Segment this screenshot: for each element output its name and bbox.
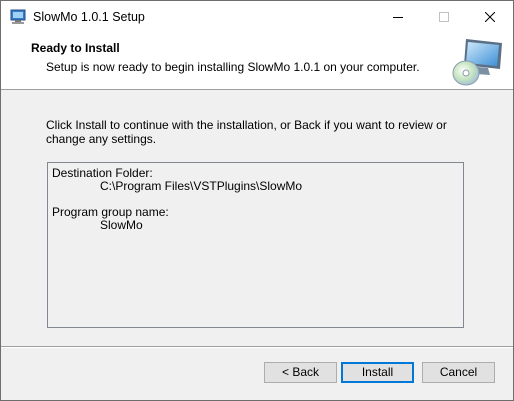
program-group-value: SlowMo bbox=[100, 218, 143, 232]
page-subtitle: Setup is now ready to begin installing S… bbox=[46, 60, 420, 74]
wizard-header: Ready to Install Setup is now ready to b… bbox=[1, 33, 513, 90]
close-icon bbox=[485, 12, 495, 22]
computer-cd-graphic bbox=[452, 39, 502, 86]
minimize-button[interactable] bbox=[375, 1, 421, 33]
ready-memo: Destination Folder: C:\Program Files\VST… bbox=[47, 162, 464, 328]
button-bar-separator bbox=[1, 346, 513, 348]
maximize-icon bbox=[439, 12, 449, 22]
install-button[interactable]: Install bbox=[341, 362, 414, 383]
setup-window: SlowMo 1.0.1 Setup Ready to Install Setu… bbox=[0, 0, 514, 401]
minimize-icon bbox=[393, 17, 403, 18]
installer-app-icon bbox=[9, 9, 27, 25]
close-button[interactable] bbox=[467, 1, 513, 33]
title-bar[interactable]: SlowMo 1.0.1 Setup bbox=[1, 1, 513, 33]
window-title: SlowMo 1.0.1 Setup bbox=[33, 10, 145, 24]
back-button[interactable]: < Back bbox=[264, 362, 337, 383]
page-title: Ready to Install bbox=[31, 41, 120, 55]
maximize-button[interactable] bbox=[421, 1, 467, 33]
instructions-text: Click Install to continue with the insta… bbox=[46, 118, 447, 146]
cancel-button[interactable]: Cancel bbox=[422, 362, 495, 383]
destination-value: C:\Program Files\VSTPlugins\SlowMo bbox=[100, 179, 303, 193]
